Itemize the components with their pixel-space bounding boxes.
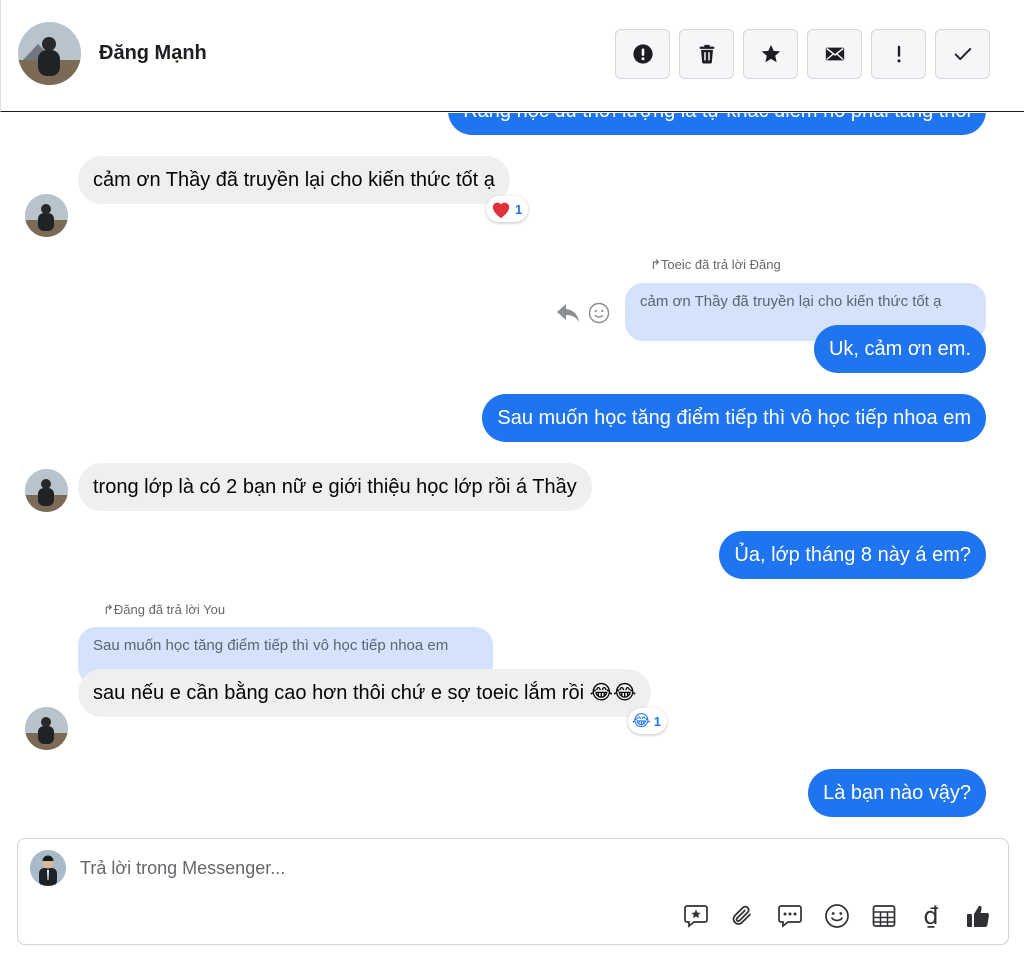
reply-icon[interactable] — [556, 302, 580, 324]
sticker-button[interactable] — [682, 902, 710, 930]
spam-button[interactable] — [615, 29, 670, 79]
checkmark-icon — [954, 48, 971, 60]
reply-indicator: ↱Toeic đã trả lời Đăng — [650, 257, 781, 273]
incoming-message[interactable]: trong lớp là có 2 bạn nữ e giới thiệu họ… — [78, 463, 592, 511]
reply-arrow-icon: ↱ — [650, 257, 661, 272]
saved-reply-button[interactable] — [776, 902, 804, 930]
user-avatar — [30, 850, 66, 886]
envelope-icon — [825, 47, 844, 61]
outgoing-message[interactable]: Ủa, lớp tháng 8 này á em? — [719, 531, 986, 579]
message-text: sau nếu e cần bằng cao hơn thôi chứ e sợ… — [93, 682, 637, 704]
emoji-icon — [825, 904, 849, 928]
reaction-count: 1 — [653, 713, 661, 729]
message-thread[interactable]: Rảng học đủ thời lượng là tự khắc điểm n… — [0, 113, 1024, 833]
exclamation-icon — [896, 45, 901, 63]
mark-unread-button[interactable] — [807, 29, 862, 79]
conversation-header: Đăng Mạnh — [0, 0, 1024, 112]
conversation-toolbar — [615, 29, 990, 79]
incoming-message[interactable]: cảm ơn Thầy đã truyền lại cho kiến thức … — [78, 156, 510, 204]
payment-icon: ₫ — [923, 902, 939, 930]
composer-toolbar: ₫ — [682, 902, 992, 930]
outgoing-message[interactable]: Là bạn nào vậy? — [808, 769, 986, 817]
reaction-badge[interactable]: 1 — [486, 196, 529, 222]
incoming-message[interactable]: sau nếu e cần bằng cao hơn thôi chứ e sợ… — [78, 669, 652, 717]
table-button[interactable] — [870, 902, 898, 930]
attach-button[interactable] — [729, 902, 757, 930]
reaction-count: 1 — [515, 201, 523, 217]
delete-button[interactable] — [679, 29, 734, 79]
outgoing-message[interactable]: Uk, cảm ơn em. — [813, 325, 986, 373]
reply-input[interactable] — [80, 858, 960, 879]
important-button[interactable] — [871, 29, 926, 79]
reply-indicator: ↱Đăng đã trả lời You — [103, 602, 225, 618]
sender-avatar[interactable] — [25, 707, 68, 750]
attach-icon — [732, 905, 751, 925]
saved-reply-icon — [778, 905, 802, 928]
outgoing-message[interactable]: Sau muốn học tăng điểm tiếp thì vô học t… — [482, 394, 986, 442]
star-icon — [761, 44, 780, 63]
table-icon — [872, 905, 896, 927]
reaction-badge[interactable]: 😂 1 — [628, 708, 667, 734]
trash-icon — [699, 44, 714, 64]
laughing-emoji-icon: 😂 — [632, 711, 651, 730]
alert-circle-icon — [632, 44, 653, 64]
contact-avatar[interactable] — [18, 22, 81, 85]
like-icon — [967, 905, 990, 927]
like-button[interactable] — [964, 902, 992, 930]
message-actions — [556, 302, 610, 324]
sticker-icon — [684, 905, 708, 928]
reply-indicator-text: Đăng đã trả lời You — [113, 602, 226, 617]
reply-composer: ₫ — [17, 838, 1009, 945]
payment-button[interactable]: ₫ — [917, 902, 945, 930]
done-button[interactable] — [935, 29, 990, 79]
emoji-button[interactable] — [823, 902, 851, 930]
smiley-icon[interactable] — [588, 302, 610, 324]
sender-avatar[interactable] — [25, 469, 68, 512]
star-button[interactable] — [743, 29, 798, 79]
outgoing-message[interactable]: Rảng học đủ thời lượng là tự khắc điểm n… — [448, 113, 986, 135]
sender-avatar[interactable] — [25, 194, 68, 237]
reply-indicator-text: Toeic đã trả lời Đăng — [660, 257, 781, 272]
reply-arrow-icon: ↱ — [103, 602, 114, 617]
contact-name[interactable]: Đăng Mạnh — [99, 42, 207, 65]
heart-icon — [492, 202, 510, 219]
